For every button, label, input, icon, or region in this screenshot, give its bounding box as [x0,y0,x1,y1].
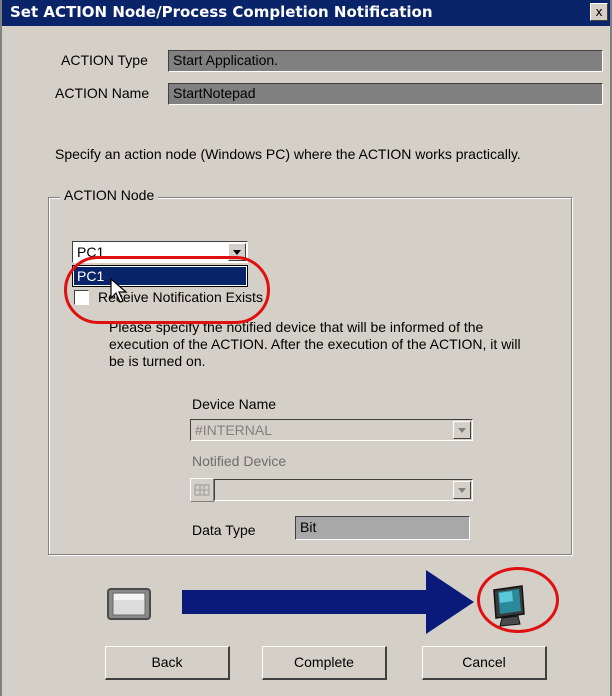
highlight-ring-target-icon [477,567,559,633]
grid-icon [194,484,210,496]
action-name-field: StartNotepad [168,83,603,105]
cancel-button[interactable]: Cancel [422,646,547,680]
device-name-label: Device Name [192,396,277,412]
device-name-combo: #INTERNAL [190,419,473,441]
notification-description: Please specify the notified device that … [109,319,521,369]
instruction-text: Specify an action node (Windows PC) wher… [55,146,521,162]
notified-device-label: Notified Device [192,453,287,469]
highlight-ring-dropdown [64,256,270,324]
close-icon[interactable]: x [590,3,608,21]
data-type-label: Data Type [192,522,256,538]
mouse-pointer-icon [110,278,128,303]
dialog-window: Set ACTION Node/Process Completion Notif… [0,0,612,696]
action-name-label: ACTION Name [55,85,150,101]
action-node-group-title: ACTION Node [60,187,159,203]
chevron-down-icon [453,421,471,439]
arrow-right-icon [182,570,474,634]
data-type-field: Bit [295,516,470,540]
chevron-down-icon [453,481,471,499]
back-button[interactable]: Back [105,646,230,680]
complete-button[interactable]: Complete [262,646,387,680]
action-type-label: ACTION Type [61,52,148,68]
device-name-value: #INTERNAL [195,422,273,438]
action-type-field: Start Application. [168,50,603,72]
display-panel-icon [107,588,151,620]
window-title: Set ACTION Node/Process Completion Notif… [10,3,433,21]
notified-device-combo [214,479,473,501]
title-bar: Set ACTION Node/Process Completion Notif… [2,0,610,26]
address-input-icon [190,478,214,502]
